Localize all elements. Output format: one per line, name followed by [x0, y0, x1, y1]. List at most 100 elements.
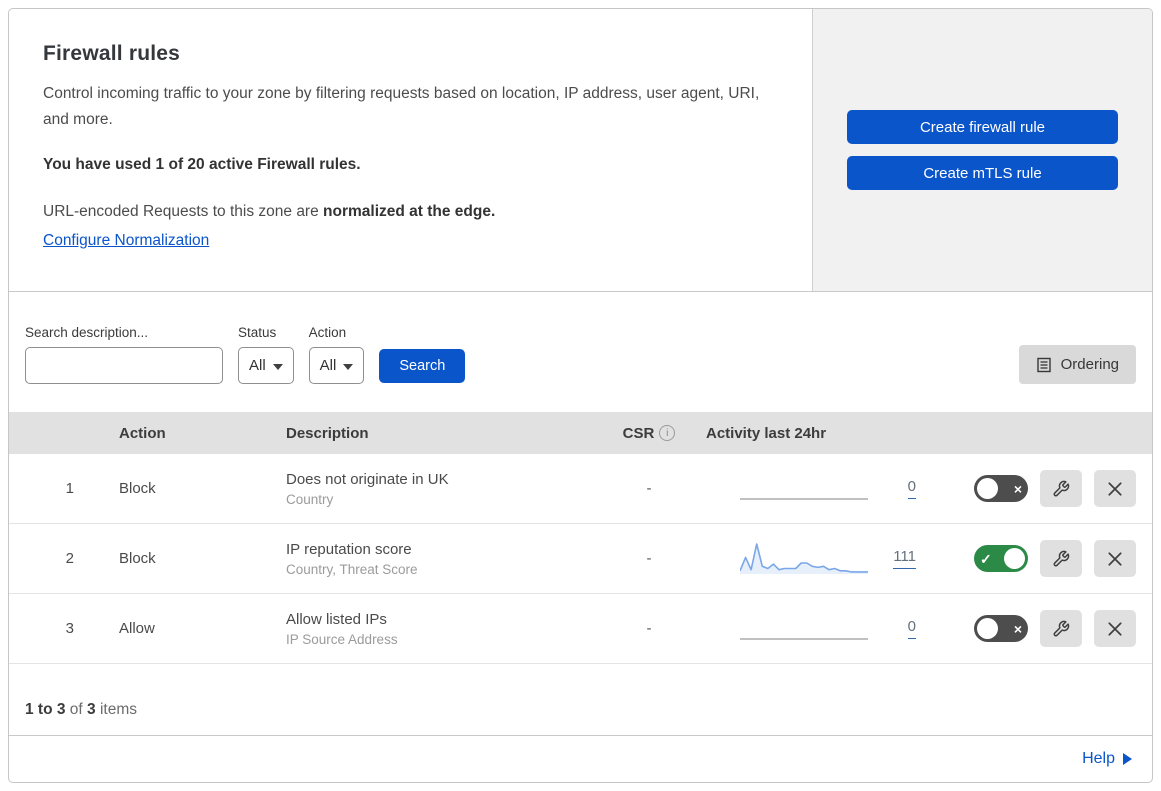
action-label: Action — [308, 325, 347, 340]
normalization-note: URL-encoded Requests to this zone are no… — [43, 200, 772, 225]
wrench-icon — [1053, 620, 1070, 636]
rule-description: IP reputation score — [286, 540, 412, 558]
activity-sparkline — [740, 610, 868, 648]
rule-description: Allow listed IPs — [286, 610, 387, 628]
rule-fields: Country — [286, 491, 334, 507]
status-select-value: All — [249, 357, 266, 374]
rule-description-cell: IP reputation score Country, Threat Scor… — [286, 541, 604, 577]
rule-action: Block — [119, 480, 156, 497]
description-column-header: Description — [286, 424, 369, 442]
ordering-button-label: Ordering — [1060, 356, 1119, 373]
list-document-icon — [1036, 357, 1051, 372]
configure-normalization-link[interactable]: Configure Normalization — [43, 232, 209, 250]
items-total: 3 — [87, 701, 96, 718]
table-row: 2 Block IP reputation score Country, Thr… — [9, 524, 1152, 594]
edit-rule-button[interactable] — [1040, 540, 1082, 577]
toggle-knob — [977, 618, 998, 639]
arrow-right-icon — [1123, 753, 1132, 765]
close-icon — [1108, 551, 1122, 566]
rule-description-cell: Does not originate in UK Country — [286, 471, 604, 507]
chevron-down-icon — [272, 363, 283, 370]
search-input[interactable] — [43, 357, 224, 374]
delete-rule-button[interactable] — [1094, 610, 1136, 647]
rule-controls: × — [944, 470, 1152, 507]
rule-csr-value: - — [646, 620, 652, 637]
status-label: Status — [238, 325, 277, 340]
rule-priority: 2 — [65, 550, 74, 567]
filter-bar: Search description... Status All Action … — [9, 292, 1152, 412]
rule-controls: ✓ — [944, 540, 1152, 577]
rule-description: Does not originate in UK — [286, 470, 449, 488]
table-row: 3 Allow Allow listed IPs IP Source Addre… — [9, 594, 1152, 664]
wrench-icon — [1053, 480, 1070, 496]
rule-enabled-toggle[interactable]: ✓ — [974, 545, 1028, 572]
rule-description-cell: Allow listed IPs IP Source Address — [286, 611, 604, 647]
x-icon: × — [1013, 620, 1022, 637]
rule-activity-cell: 0 — [694, 610, 944, 648]
create-mtls-rule-button[interactable]: Create mTLS rule — [847, 156, 1118, 190]
firewall-rules-card: Firewall rules Control incoming traffic … — [8, 8, 1153, 783]
close-icon — [1108, 621, 1122, 636]
csr-column-label: CSR — [622, 424, 655, 442]
usage-summary: You have used 1 of 20 active Firewall ru… — [43, 156, 361, 174]
rule-priority: 3 — [65, 620, 74, 637]
table-header: Action Description CSR i Activity last 2… — [9, 412, 1152, 454]
activity-sparkline — [739, 540, 868, 578]
search-button[interactable]: Search — [379, 349, 466, 383]
rule-fields: Country, Threat Score — [286, 561, 418, 577]
action-select-value: All — [319, 357, 337, 374]
page-description: Control incoming traffic to your zone by… — [43, 85, 760, 128]
csr-column-header: CSR i — [604, 425, 694, 442]
table-row: 1 Block Does not originate in UK Country… — [9, 454, 1152, 524]
create-firewall-rule-button[interactable]: Create firewall rule — [847, 110, 1118, 144]
help-link[interactable]: Help — [1082, 750, 1115, 768]
actions-panel: Create firewall rule Create mTLS rule — [812, 9, 1152, 291]
rule-enabled-toggle[interactable]: × — [974, 615, 1028, 642]
chevron-down-icon — [343, 363, 354, 370]
status-filter-group: Status All — [238, 325, 294, 384]
rule-action: Block — [119, 550, 156, 567]
wrench-icon — [1053, 550, 1070, 566]
items-range: 1 to 3 — [25, 701, 66, 718]
help-bar: Help — [9, 736, 1152, 782]
rule-activity-cell: 0 — [694, 470, 944, 508]
rule-priority: 1 — [65, 480, 74, 497]
close-icon — [1108, 481, 1122, 496]
table-footer: 1 to 3 of 3 items — [9, 664, 1152, 736]
activity-count-link[interactable]: 0 — [907, 478, 916, 499]
page-title: Firewall rules — [43, 42, 181, 65]
toggle-knob — [977, 478, 998, 499]
search-input-wrap — [25, 347, 224, 384]
toggle-knob — [1004, 548, 1025, 569]
status-select[interactable]: All — [238, 347, 294, 384]
items-text: items — [95, 701, 137, 718]
rule-fields: IP Source Address — [286, 631, 398, 647]
rule-action: Allow — [119, 620, 155, 637]
rule-controls: × — [944, 610, 1152, 647]
delete-rule-button[interactable] — [1094, 540, 1136, 577]
activity-count-link[interactable]: 111 — [893, 548, 916, 569]
action-column-header: Action — [119, 424, 166, 442]
header-section: Firewall rules Control incoming traffic … — [9, 9, 1152, 292]
activity-count-link[interactable]: 0 — [907, 618, 916, 639]
edit-rule-button[interactable] — [1040, 610, 1082, 647]
ordering-button[interactable]: Ordering — [1018, 345, 1136, 384]
search-group: Search description... — [25, 325, 224, 384]
header-text-block: Firewall rules Control incoming traffic … — [9, 9, 812, 291]
action-filter-group: Action All — [308, 325, 365, 384]
edit-rule-button[interactable] — [1040, 470, 1082, 507]
rule-enabled-toggle[interactable]: × — [974, 475, 1028, 502]
x-icon: × — [1013, 480, 1022, 497]
rule-csr-value: - — [646, 480, 652, 497]
activity-column-header: Activity last 24hr — [706, 424, 827, 442]
of-text: of — [65, 701, 88, 718]
rule-activity-cell: 111 — [694, 540, 944, 578]
info-icon[interactable]: i — [659, 425, 676, 441]
delete-rule-button[interactable] — [1094, 470, 1136, 507]
action-select[interactable]: All — [308, 347, 365, 384]
check-icon: ✓ — [980, 550, 992, 567]
normalization-text: URL-encoded Requests to this zone are — [43, 203, 324, 221]
rule-csr-value: - — [646, 550, 652, 567]
activity-sparkline — [740, 470, 868, 508]
search-label: Search description... — [25, 325, 149, 340]
